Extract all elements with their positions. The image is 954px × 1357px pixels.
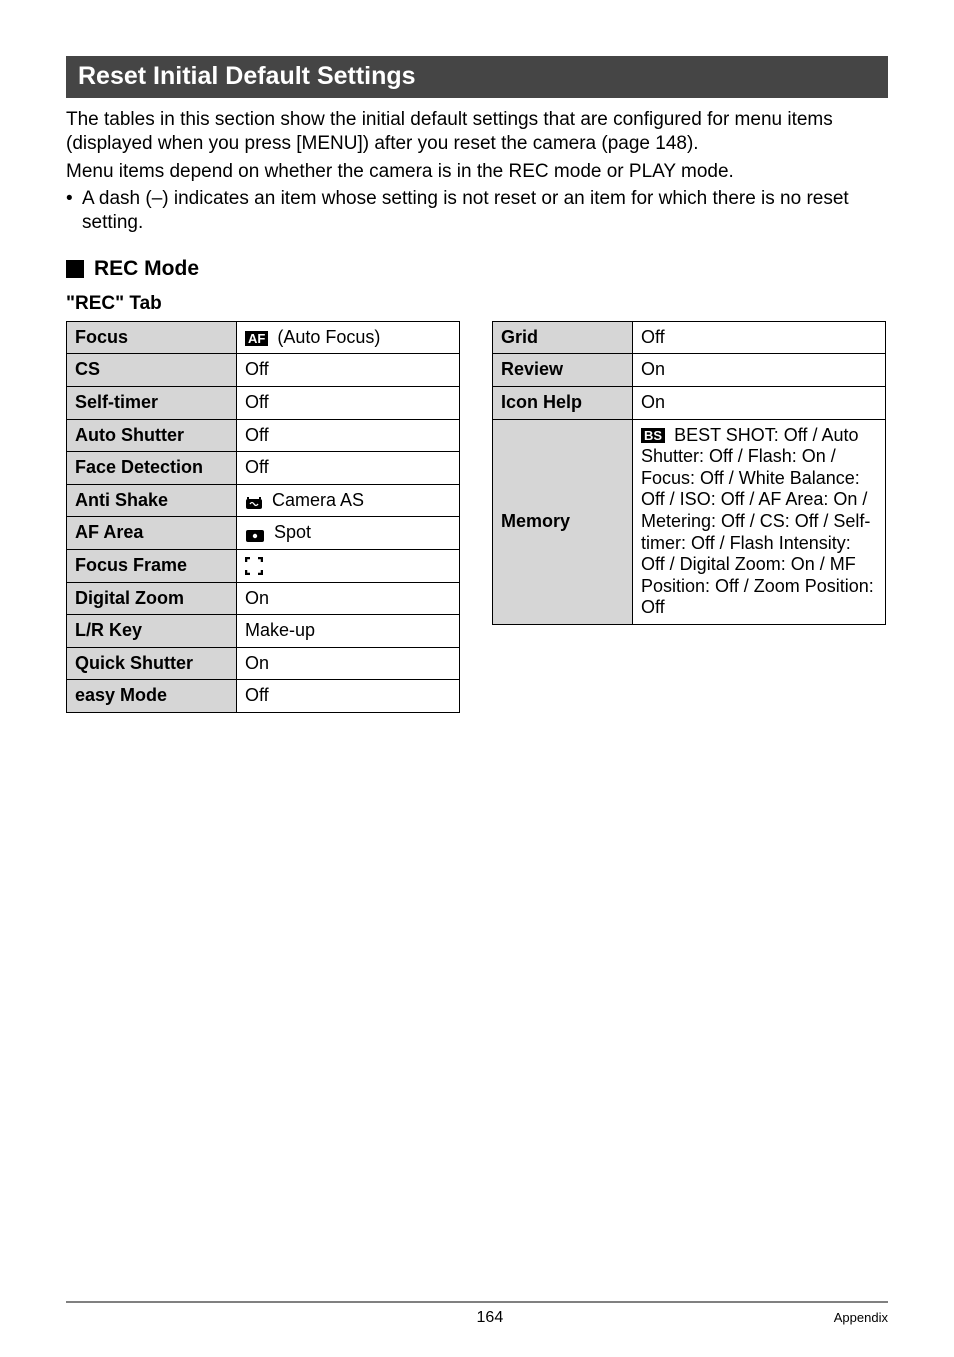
focus-frame-icon (245, 557, 263, 575)
row-value: Off (237, 419, 460, 452)
intro-paragraph-1: The tables in this section show the init… (66, 108, 888, 156)
section-heading-bar: Reset Initial Default Settings (66, 56, 888, 98)
page-footer: 164 Appendix (0, 1301, 954, 1327)
table-row: Review On (493, 354, 886, 387)
spot-icon (245, 527, 265, 541)
row-value: Off (633, 321, 886, 354)
row-value: Off (237, 386, 460, 419)
memory-value-text: BEST SHOT: Off / Auto Shutter: Off / Fla… (641, 425, 874, 618)
appendix-label: Appendix (834, 1310, 888, 1325)
rec-tab-name: "REC" Tab (66, 293, 888, 315)
table-row: Self-timer Off (67, 386, 460, 419)
tables-container: Focus AF (Auto Focus) CS Off Self-timer … (66, 321, 888, 713)
row-value: On (237, 647, 460, 680)
row-value-text: (Auto Focus) (272, 327, 380, 347)
bullet-text: A dash (–) indicates an item whose setti… (82, 187, 888, 235)
page-container: Reset Initial Default Settings The table… (0, 0, 954, 1357)
table-row: Icon Help On (493, 386, 886, 419)
page-number: 164 (477, 1309, 504, 1327)
row-label: Review (493, 354, 633, 387)
table-row: Focus AF (Auto Focus) (67, 321, 460, 354)
footer-row: 164 Appendix (66, 1309, 888, 1327)
row-value: Spot (237, 517, 460, 550)
footer-divider (66, 1301, 888, 1303)
table-row: Memory BS BEST SHOT: Off / Auto Shutter:… (493, 419, 886, 624)
row-label: easy Mode (67, 680, 237, 713)
row-value: Off (237, 452, 460, 485)
row-label: Grid (493, 321, 633, 354)
row-label: AF Area (67, 517, 237, 550)
intro-paragraph-2: Menu items depend on whether the camera … (66, 160, 888, 184)
row-value: On (633, 386, 886, 419)
table-row: Grid Off (493, 321, 886, 354)
af-icon: AF (245, 331, 268, 346)
table-row: Focus Frame (67, 549, 460, 582)
row-value: Off (237, 680, 460, 713)
row-label: CS (67, 354, 237, 387)
rec-mode-heading: REC Mode (94, 257, 199, 281)
row-value: Off (237, 354, 460, 387)
table-row: Quick Shutter On (67, 647, 460, 680)
row-label: Auto Shutter (67, 419, 237, 452)
bullet-item: • A dash (–) indicates an item whose set… (66, 187, 888, 235)
table-row: L/R Key Make-up (67, 615, 460, 648)
rec-tab-right-table: Grid Off Review On Icon Help On Memory B… (492, 321, 886, 625)
rec-mode-heading-row: REC Mode (66, 257, 888, 281)
row-label: Memory (493, 419, 633, 624)
row-value: Make-up (237, 615, 460, 648)
row-value: On (633, 354, 886, 387)
row-label: Focus Frame (67, 549, 237, 582)
bullet-marker: • (66, 187, 82, 235)
row-value: On (237, 582, 460, 615)
table-row: Anti Shake Camera AS (67, 484, 460, 517)
row-value: AF (Auto Focus) (237, 321, 460, 354)
table-row: Face Detection Off (67, 452, 460, 485)
row-label: L/R Key (67, 615, 237, 648)
row-label: Icon Help (493, 386, 633, 419)
row-label: Digital Zoom (67, 582, 237, 615)
row-value-text: Camera AS (267, 490, 364, 510)
row-label: Quick Shutter (67, 647, 237, 680)
row-label: Face Detection (67, 452, 237, 485)
table-row: Digital Zoom On (67, 582, 460, 615)
row-value (237, 549, 460, 582)
row-value: BS BEST SHOT: Off / Auto Shutter: Off / … (633, 419, 886, 624)
table-row: Auto Shutter Off (67, 419, 460, 452)
square-marker-icon (66, 260, 84, 278)
row-label: Focus (67, 321, 237, 354)
row-label: Anti Shake (67, 484, 237, 517)
row-value: Camera AS (237, 484, 460, 517)
table-row: easy Mode Off (67, 680, 460, 713)
table-row: AF Area Spot (67, 517, 460, 550)
rec-tab-left-table: Focus AF (Auto Focus) CS Off Self-timer … (66, 321, 460, 713)
anti-shake-icon (245, 494, 263, 508)
row-value-text: Spot (269, 522, 311, 542)
row-label: Self-timer (67, 386, 237, 419)
table-row: CS Off (67, 354, 460, 387)
bs-icon: BS (641, 428, 665, 443)
